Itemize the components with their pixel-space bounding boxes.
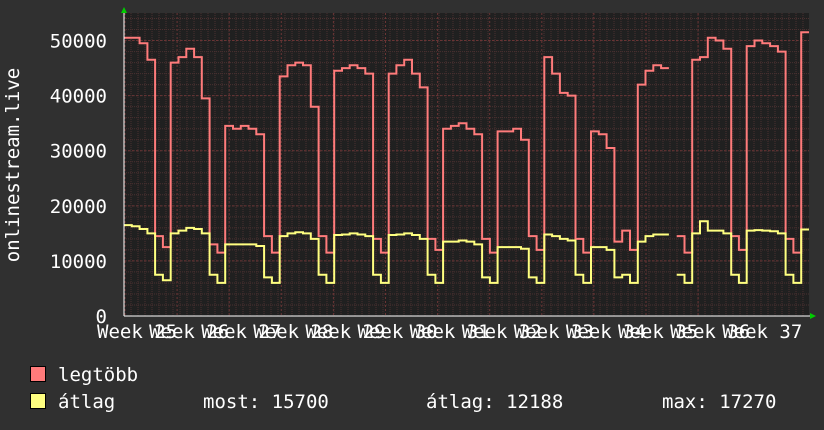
x-tick-label: Week 37: [722, 321, 802, 343]
x-ticks: Week 25Week 26Week 27Week 28Week 29Week …: [97, 321, 802, 343]
y-tick-label: 50000: [50, 31, 107, 53]
x-axis-arrow: [810, 313, 816, 319]
y-ticks: 01000020000300004000050000: [50, 31, 107, 328]
y-tick-label: 10000: [50, 251, 107, 273]
y-axis-arrow: [121, 7, 127, 13]
y-tick-label: 40000: [50, 86, 107, 108]
chart: 01000020000300004000050000 Week 25Week 2…: [2, 7, 816, 343]
y-tick-label: 30000: [50, 141, 107, 163]
y-tick-label: 20000: [50, 196, 107, 218]
y-axis-label: onlinestream.live: [2, 68, 24, 262]
plot-area: [124, 13, 809, 316]
